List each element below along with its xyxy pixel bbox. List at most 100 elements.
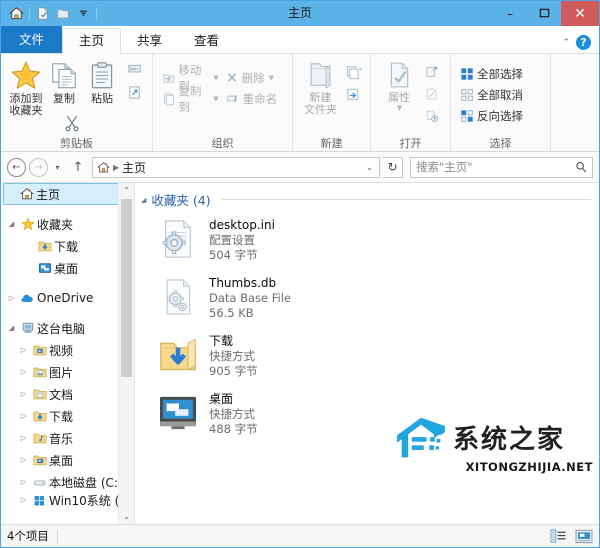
delete-caret[interactable]: ▼ xyxy=(269,74,274,82)
invert-selection-button[interactable]: 反向选择 xyxy=(457,105,544,126)
paste-shortcut-button[interactable] xyxy=(123,82,146,103)
sidebar-item-onedrive[interactable]: ▷ OneDrive xyxy=(1,287,134,309)
breadcrumb-dropdown-icon[interactable]: ⌄ xyxy=(366,163,375,172)
sidebar-item-documents[interactable]: ▷ 文档 xyxy=(1,383,134,405)
properties-icon[interactable] xyxy=(33,4,53,24)
sidebar-item-pictures[interactable]: ▷ 图片 xyxy=(1,361,134,383)
pin-to-quick-access-button[interactable]: 添加到 收藏夹 xyxy=(7,58,45,117)
tree-twisty-collapsed[interactable]: ▷ xyxy=(17,346,30,354)
sidebar-item-desktop-pc[interactable]: ▷ 桌面 xyxy=(1,449,134,471)
sidebar-item-win10-drive[interactable]: ▷ Win10系统 (D xyxy=(1,493,134,508)
sidebar-item-this-pc[interactable]: ◢ 这台电脑 xyxy=(1,317,134,339)
ribbon-group-select-label: 选择 xyxy=(489,137,512,150)
move-to-caret[interactable]: ▼ xyxy=(213,74,218,82)
properties-caret[interactable]: ▼ xyxy=(397,104,402,112)
select-all-button[interactable]: 全部选择 xyxy=(457,63,544,84)
sidebar-item-downloads[interactable]: 下载 xyxy=(1,235,134,257)
file-type: 快捷方式 xyxy=(209,349,255,363)
open-with-icon[interactable] xyxy=(421,62,443,82)
ribbon-group-organize: 移动到 ▼ 复制到 ▼ 删除 ▼ 重命名 组织 xyxy=(153,54,293,151)
delete-button[interactable]: 删除 ▼ xyxy=(222,67,286,88)
sidebar-item-label: 视频 xyxy=(49,343,74,358)
pin-to-quick-access-label: 添加到 收藏夹 xyxy=(9,92,43,117)
new-folder-icon[interactable] xyxy=(53,4,73,24)
tree-twisty-collapsed[interactable]: ▷ xyxy=(17,478,30,486)
tree-twisty-collapsed[interactable]: ▷ xyxy=(17,368,30,376)
sidebar-item-videos[interactable]: ▷ 视频 xyxy=(1,339,134,361)
tab-view[interactable]: 查看 xyxy=(178,29,235,53)
breadcrumb[interactable]: ▶ 主页 ⌄ xyxy=(92,156,380,178)
sidebar-item-music[interactable]: ▷ 音乐 xyxy=(1,427,134,449)
file-size: 504 字节 xyxy=(209,248,258,262)
help-icon[interactable]: ? xyxy=(576,35,591,50)
file-list-item[interactable]: 下载 快捷方式 905 字节 xyxy=(135,327,599,385)
search-input[interactable]: 搜索"主页" xyxy=(410,156,593,178)
cut-button[interactable] xyxy=(63,114,81,135)
scroll-up-arrow-icon[interactable]: ⌃ xyxy=(119,183,134,198)
up-button[interactable]: ↑ xyxy=(67,156,89,178)
breadcrumb-item-home[interactable]: 主页 xyxy=(122,159,146,176)
properties-button[interactable]: 属性 ▼ xyxy=(377,58,421,112)
rename-button[interactable]: 重命名 xyxy=(222,88,286,109)
sidebar-scrollbar[interactable]: ⌃ ⌄ xyxy=(118,183,134,524)
tree-twisty-collapsed[interactable]: ▷ xyxy=(5,294,18,302)
large-icons-view-button[interactable] xyxy=(574,528,593,544)
scroll-down-arrow-icon[interactable]: ⌄ xyxy=(119,509,134,524)
tree-twisty-expanded[interactable]: ◢ xyxy=(5,324,18,332)
home-icon[interactable] xyxy=(6,4,26,24)
sidebar-item-downloads-pc[interactable]: ▷ 下载 xyxy=(1,405,134,427)
file-list-item[interactable]: Thumbs.db Data Base File 56.5 KB xyxy=(135,269,599,327)
tree-twisty-expanded[interactable]: ◢ xyxy=(5,220,18,228)
group-header-favorites[interactable]: ◢ 收藏夹 (4) xyxy=(135,183,599,211)
sidebar-item-favorites[interactable]: ◢ 收藏夹 xyxy=(1,213,134,235)
select-all-label: 全部选择 xyxy=(477,66,523,81)
recent-locations-button[interactable]: ▾ xyxy=(51,156,64,178)
copy-to-caret[interactable]: ▼ xyxy=(213,95,218,103)
file-meta: Thumbs.db Data Base File 56.5 KB xyxy=(209,275,291,321)
tree-twisty-collapsed[interactable]: ▷ xyxy=(17,412,30,420)
file-size: 56.5 KB xyxy=(209,306,254,320)
history-icon[interactable] xyxy=(421,106,443,126)
close-button[interactable]: ✕ xyxy=(561,1,599,26)
chevron-down-icon[interactable] xyxy=(73,4,93,24)
paste-label: 粘贴 xyxy=(91,92,113,105)
tab-file[interactable]: 文件 xyxy=(1,26,63,53)
group-header-label: 收藏夹 (4) xyxy=(151,193,211,208)
new-item-icon[interactable] xyxy=(342,62,364,82)
documents-folder-icon xyxy=(30,387,49,401)
sidebar-item-label: 文档 xyxy=(49,387,74,402)
tab-home[interactable]: 主页 xyxy=(62,28,122,54)
group-twisty-expanded-icon[interactable]: ◢ xyxy=(141,196,146,204)
minimize-button[interactable]: – xyxy=(493,1,527,26)
edit-icon[interactable] xyxy=(421,84,443,104)
tree-twisty-collapsed[interactable]: ▷ xyxy=(17,496,30,504)
back-button[interactable]: ← xyxy=(7,157,26,177)
maximize-button[interactable] xyxy=(527,1,561,26)
copy-path-button[interactable]: Win xyxy=(123,61,146,82)
file-list-pane[interactable]: ◢ 收藏夹 (4) desktop.ini 配置设置 504 字节 Thumbs… xyxy=(135,183,599,524)
forward-button[interactable]: → xyxy=(29,157,48,177)
sidebar-item-desktop[interactable]: 桌面 xyxy=(1,257,134,279)
ribbon-filler xyxy=(551,54,599,151)
file-list-item[interactable]: 桌面 快捷方式 488 字节 xyxy=(135,385,599,443)
tree-twisty-collapsed[interactable]: ▷ xyxy=(17,456,30,464)
select-none-button[interactable]: 全部取消 xyxy=(457,84,544,105)
tree-twisty-collapsed[interactable]: ▷ xyxy=(17,390,30,398)
downloads-folder-icon xyxy=(157,333,199,377)
details-view-button[interactable] xyxy=(549,528,568,544)
copy-button[interactable]: 复制 xyxy=(45,58,83,105)
sidebar-item-local-disk-c[interactable]: ▷ 本地磁盘 (C:) xyxy=(1,471,134,493)
paste-button[interactable]: 粘贴 xyxy=(83,58,121,105)
file-list-item[interactable]: desktop.ini 配置设置 504 字节 xyxy=(135,211,599,269)
home-icon xyxy=(97,161,110,174)
sidebar-item-home[interactable]: 主页 xyxy=(3,183,119,205)
copy-to-button[interactable]: 复制到 ▼ xyxy=(159,84,222,114)
tab-share[interactable]: 共享 xyxy=(121,29,178,53)
scrollbar-thumb[interactable] xyxy=(121,199,132,377)
easy-access-icon[interactable] xyxy=(342,84,364,104)
new-folder-button[interactable]: 新建 文件夹 xyxy=(299,58,342,116)
tree-twisty-collapsed[interactable]: ▷ xyxy=(17,434,30,442)
refresh-button[interactable]: ↻ xyxy=(383,156,403,178)
collapse-ribbon-icon[interactable]: ⌃ xyxy=(562,38,570,48)
